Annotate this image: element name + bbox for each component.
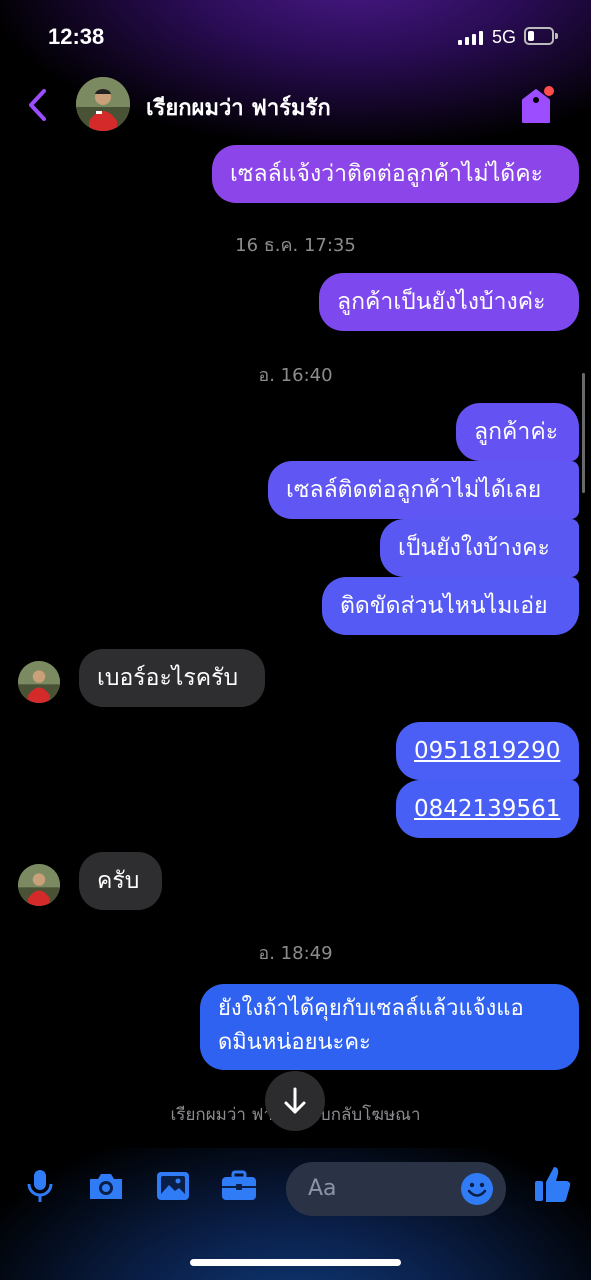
timestamp: อ. 16:40 xyxy=(258,365,333,386)
message-placeholder: Aa xyxy=(308,1176,337,1201)
thumbs-up-icon[interactable] xyxy=(532,1162,574,1206)
status-bar: 12:38 5G xyxy=(0,0,591,70)
contact-avatar-small[interactable] xyxy=(18,864,60,906)
timestamp: อ. 18:49 xyxy=(258,943,333,964)
image-icon[interactable] xyxy=(153,1166,193,1206)
outgoing-message[interactable]: ลูกค้าเป็นยังไงบ้างค่ะ xyxy=(319,273,579,331)
outgoing-message[interactable]: เซลล์แจ้งว่าติดต่อลูกค้าไม่ได้คะ xyxy=(212,145,579,203)
incoming-message[interactable]: ครับ xyxy=(79,852,162,910)
incoming-message[interactable]: เบอร์อะไรครับ xyxy=(79,649,265,707)
contact-name[interactable]: เรียกผมว่า ฟาร์มรัก xyxy=(146,90,331,125)
smiley-icon[interactable] xyxy=(460,1172,494,1206)
chat-header: เรียกผมว่า ฟาร์มรัก xyxy=(0,72,591,138)
status-time: 12:38 xyxy=(48,24,105,49)
contact-avatar[interactable] xyxy=(76,77,130,131)
outgoing-message[interactable]: เซลล์ติดต่อลูกค้าไม่ได้เลย xyxy=(268,461,579,519)
notification-dot xyxy=(544,86,554,96)
microphone-icon[interactable] xyxy=(20,1166,60,1206)
message-input[interactable]: Aa xyxy=(286,1162,506,1216)
signal-icon xyxy=(458,29,483,45)
message-line: ดมินหน่อยนะคะ xyxy=(218,1030,371,1055)
outgoing-message[interactable]: เป็นยังใงบ้างคะ xyxy=(380,519,579,577)
scroll-to-bottom-button[interactable] xyxy=(265,1071,325,1131)
tag-icon[interactable] xyxy=(516,86,556,126)
outgoing-message[interactable]: ยังใงถ้าได้คุยกับเซลล์แล้วแจ้งแอ ดมินหน่… xyxy=(200,984,579,1070)
arrow-down-icon xyxy=(284,1087,306,1114)
contact-avatar-small[interactable] xyxy=(18,661,60,703)
battery-icon xyxy=(524,27,558,45)
camera-icon[interactable] xyxy=(86,1166,126,1206)
home-indicator[interactable] xyxy=(190,1259,401,1266)
briefcase-icon[interactable] xyxy=(219,1166,259,1206)
message-line: ยังใงถ้าได้คุยกับเซลล์แล้วแจ้งแอ xyxy=(218,996,524,1021)
phone-number-link[interactable]: 0842139561 xyxy=(396,780,579,838)
outgoing-message[interactable]: ลูกค้าค่ะ xyxy=(456,403,579,461)
scrollbar[interactable] xyxy=(582,373,585,493)
phone-number-link[interactable]: 0951819290 xyxy=(396,722,579,780)
chevron-left-icon[interactable] xyxy=(24,86,54,124)
timestamp: 16 ธ.ค. 17:35 xyxy=(235,235,356,256)
outgoing-message[interactable]: ติดขัดส่วนไหนไมเอ่ย xyxy=(322,577,579,635)
network-type: 5G xyxy=(492,27,517,47)
